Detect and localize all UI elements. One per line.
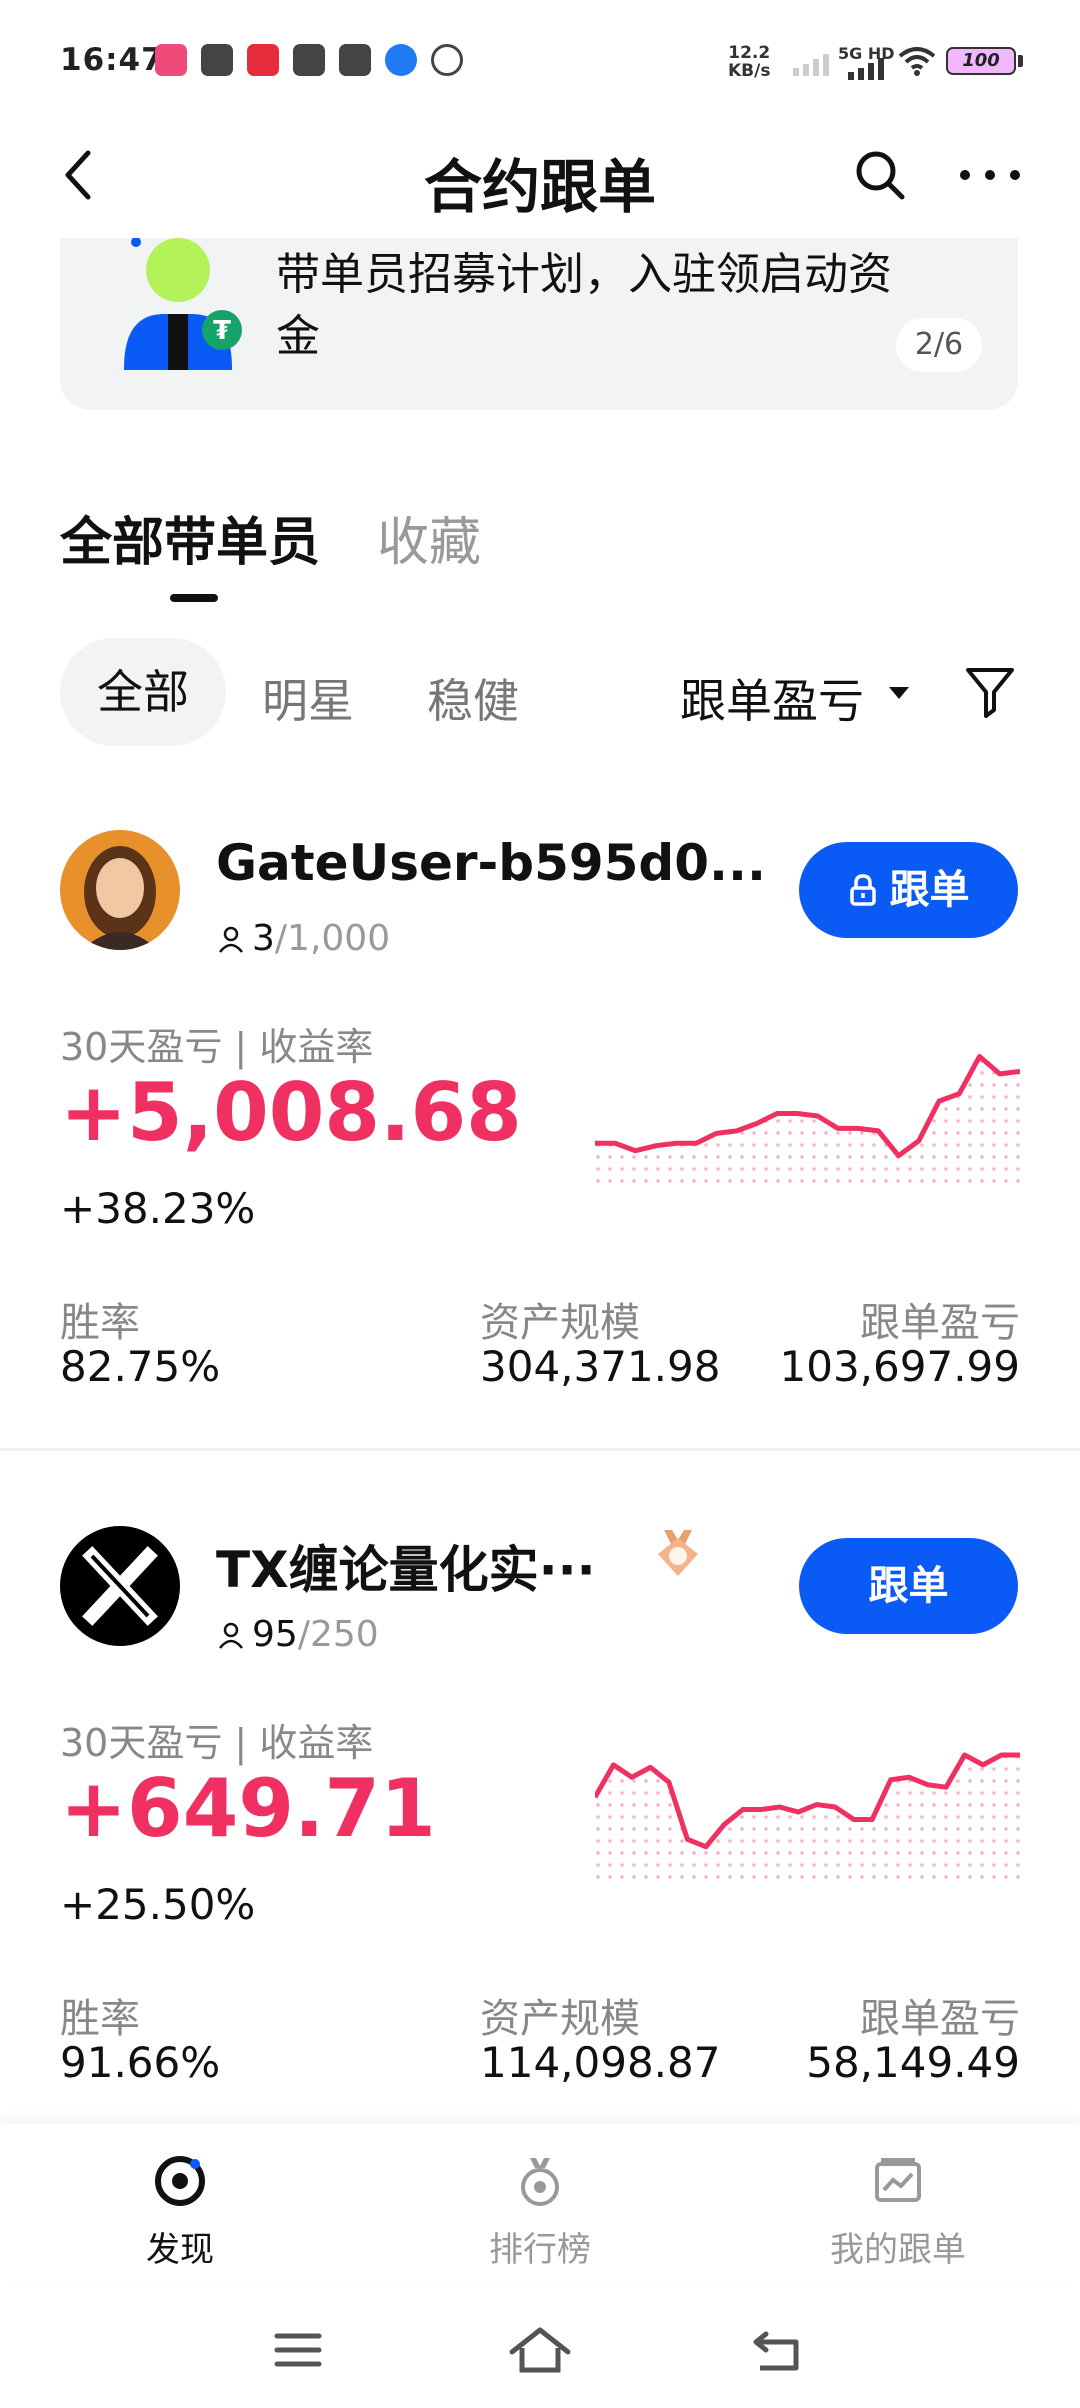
win-rate-value: 82.75% xyxy=(60,1342,221,1391)
pnl-value: +5,008.68 xyxy=(60,1066,522,1159)
user-icon xyxy=(219,926,243,953)
pnl-sparkline xyxy=(595,1752,1020,1882)
trader-card[interactable]: GateUser-b595d0... 3/1,000 跟单 30天盈亏 | 收益… xyxy=(0,830,1080,1480)
copy-pnl-value: 58,149.49 xyxy=(806,2038,1020,2087)
my-copytrade-icon xyxy=(875,2158,921,2202)
divider xyxy=(0,1448,1080,1451)
network-speed: 12.2 KB/s xyxy=(728,43,771,81)
banner-page-indicator: 2/6 xyxy=(896,318,982,372)
follow-button-label: 跟单 xyxy=(889,867,970,913)
trader-name: GateUser-b595d0... xyxy=(216,834,766,892)
roi-value: +25.50% xyxy=(60,1880,256,1929)
medal-badge-icon xyxy=(658,1530,698,1576)
more-dots-icon[interactable] xyxy=(955,145,1025,205)
follow-button[interactable]: 跟单 xyxy=(799,842,1018,938)
follow-button[interactable]: 跟单 xyxy=(799,1538,1018,1634)
signal-icon xyxy=(848,58,884,80)
nav-discover[interactable]: 发现 xyxy=(80,2154,280,2271)
bottom-nav: 发现 排行榜 我的跟单 xyxy=(0,2124,1080,2284)
status-time: 16:47 xyxy=(60,42,164,78)
sparkline-area xyxy=(595,1056,1020,1186)
win-rate-label: 胜率 xyxy=(60,1300,140,1346)
aum-value: 304,371.98 xyxy=(480,1342,721,1391)
aum-label: 资产规模 xyxy=(480,1996,640,2042)
app-notification-icon xyxy=(201,44,233,76)
app-notification-icon xyxy=(247,44,279,76)
promo-banner[interactable]: ₮ 带单员招募计划，入驻领启动资金 2/6 xyxy=(60,238,1018,410)
tab-all-traders[interactable]: 全部带单员 xyxy=(60,500,320,575)
nav-label: 我的跟单 xyxy=(830,2230,966,2270)
menu-icon[interactable] xyxy=(273,2330,323,2370)
nav-my-copytrade[interactable]: 我的跟单 xyxy=(798,2154,998,2271)
roi-value: +38.23% xyxy=(60,1184,256,1233)
back-nav-icon[interactable] xyxy=(752,2328,804,2372)
filter-chip-steady[interactable]: 稳健 xyxy=(427,665,519,731)
nav-label: 发现 xyxy=(146,2230,214,2270)
discover-icon xyxy=(155,2156,205,2206)
filter-chip-star[interactable]: 明星 xyxy=(262,665,354,731)
browser-icon xyxy=(385,44,417,76)
telegram-icon xyxy=(293,44,325,76)
pnl-label: 30天盈亏 | 收益率 xyxy=(60,1721,374,1765)
copy-pnl-label: 跟单盈亏 xyxy=(860,1996,1020,2042)
app-notification-icon xyxy=(431,44,463,76)
tab-indicator xyxy=(170,594,218,602)
pnl-label: 30天盈亏 | 收益率 xyxy=(60,1025,374,1069)
nav-leaderboard[interactable]: 排行榜 xyxy=(440,2154,640,2271)
app-notification-icon xyxy=(155,44,187,76)
lock-icon xyxy=(849,874,876,906)
pnl-value: +649.71 xyxy=(60,1762,436,1855)
caret-down-icon xyxy=(889,687,909,699)
copy-pnl-value: 103,697.99 xyxy=(779,1342,1020,1391)
svg-text:₮: ₮ xyxy=(213,316,231,346)
status-bar: 16:47 12.2 KB/s 5G HD 100 xyxy=(0,0,1080,120)
filter-icon[interactable] xyxy=(960,662,1020,722)
tab-favorites[interactable]: 收藏 xyxy=(377,500,481,575)
copy-pnl-label: 跟单盈亏 xyxy=(860,1300,1020,1346)
filter-chip-all[interactable]: 全部 xyxy=(60,638,226,746)
nav-label: 排行榜 xyxy=(489,2230,591,2270)
home-icon[interactable] xyxy=(508,2326,572,2374)
follower-count: 3/1,000 xyxy=(216,918,390,959)
sort-dropdown[interactable]: 跟单盈亏 xyxy=(680,665,864,731)
recruit-illustration: ₮ xyxy=(124,238,242,370)
signal-icon xyxy=(793,54,829,76)
win-rate-label: 胜率 xyxy=(60,1996,140,2042)
trader-name: TX缠论量化实··· xyxy=(216,1541,596,1599)
leaderboard-icon xyxy=(521,2158,559,2206)
page-title: 合约跟单 xyxy=(423,153,656,221)
aum-value: 114,098.87 xyxy=(480,2038,721,2087)
system-nav-bar xyxy=(0,2290,1080,2408)
aum-label: 资产规模 xyxy=(480,1300,640,1346)
avatar[interactable] xyxy=(60,1526,180,1646)
follower-count: 95/250 xyxy=(216,1614,379,1655)
win-rate-value: 91.66% xyxy=(60,2038,221,2087)
notification-icons xyxy=(155,44,463,76)
follow-button-label: 跟单 xyxy=(868,1563,949,1609)
battery-tip xyxy=(1018,55,1023,67)
avatar[interactable] xyxy=(60,830,180,950)
trader-card[interactable]: TX缠论量化实··· 95/250 跟单 30天盈亏 | 收益率 +649.71… xyxy=(0,1526,1080,2176)
battery-icon: 100 xyxy=(946,47,1016,75)
search-icon[interactable] xyxy=(850,145,910,205)
wifi-icon xyxy=(898,47,936,76)
banner-text: 带单员招募计划，入驻领启动资金 xyxy=(276,249,892,362)
user-icon xyxy=(219,1622,243,1649)
pnl-sparkline xyxy=(595,1053,1020,1186)
video-icon xyxy=(339,44,371,76)
